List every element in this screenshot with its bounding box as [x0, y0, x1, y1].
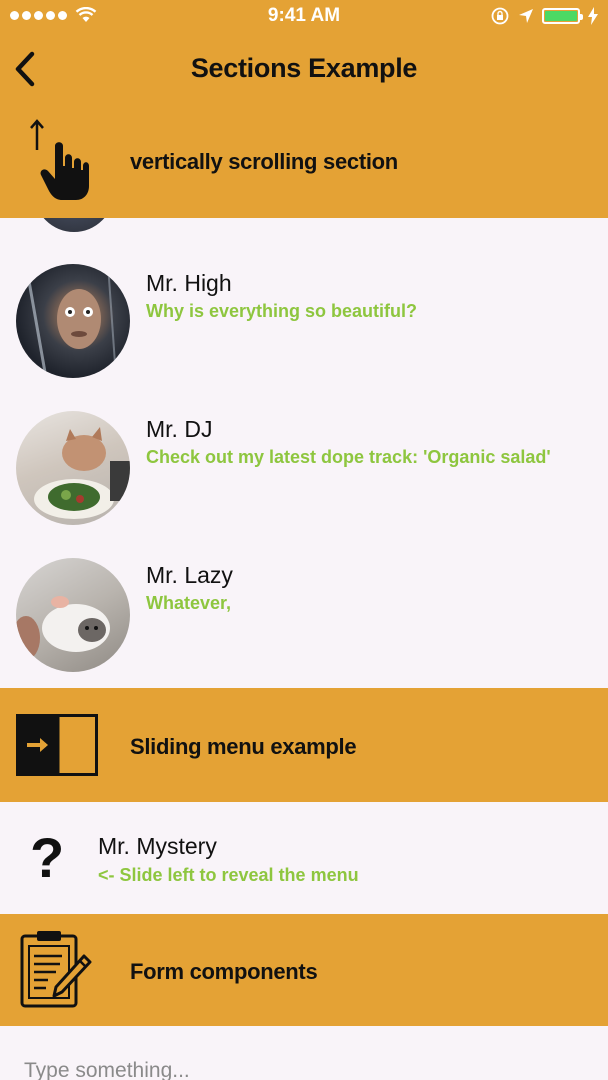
section-header-form: Form components [0, 914, 608, 1026]
list-item[interactable]: Mr. DJ Check out my latest dope track: '… [0, 396, 608, 542]
section-header-sliding-menu: Sliding menu example [0, 688, 608, 802]
section-label: Sliding menu example [130, 734, 357, 759]
section-label: vertically scrolling section [130, 149, 398, 174]
list-item[interactable]: Mr. High Why is everything so beautiful? [0, 250, 608, 396]
header-area: 9:41 AM Sections Example vertically scro… [0, 0, 608, 218]
avatar [16, 558, 130, 672]
clipboard-pen-icon [20, 931, 92, 1008]
section-label: Form components [130, 959, 318, 984]
avatar [16, 264, 130, 378]
screen: 9:41 AM Sections Example vertically scro… [0, 0, 608, 1080]
contact-message: Whatever, [146, 593, 232, 613]
contact-name: Mr. DJ [146, 416, 213, 442]
orientation-lock-icon [491, 7, 509, 25]
avatar [16, 411, 130, 525]
contact-name: Mr. Mystery [98, 833, 217, 859]
avatar-partial [34, 218, 114, 232]
scroll-up-hand-icon [30, 119, 89, 200]
charging-bolt-icon [588, 7, 598, 25]
location-arrow-icon [519, 9, 533, 23]
section-header-scrolling: vertically scrolling section [0, 104, 608, 218]
battery-icon [542, 8, 583, 24]
page-title: Sections Example [190, 53, 418, 83]
contact-name: Mr. High [146, 270, 232, 296]
contact-message: <- Slide left to reveal the menu [98, 865, 359, 885]
contact-message: Check out my latest dope track: 'Organic… [146, 447, 551, 467]
status-icons [490, 6, 598, 26]
nav-bar: Sections Example [0, 34, 608, 104]
status-bar: 9:41 AM [0, 0, 608, 34]
contact-message: Why is everything so beautiful? [146, 301, 418, 321]
swipeable-list-item[interactable]: ? Mr. Mystery <- Slide left to reveal th… [0, 802, 608, 914]
form-field-container [0, 1026, 608, 1080]
sliding-panel-icon [16, 714, 98, 776]
contact-name: Mr. Lazy [146, 562, 233, 588]
list-item[interactable]: Mr. Lazy Whatever, [0, 542, 608, 688]
text-input[interactable] [24, 1056, 584, 1080]
question-mark-icon: ? [30, 826, 65, 889]
